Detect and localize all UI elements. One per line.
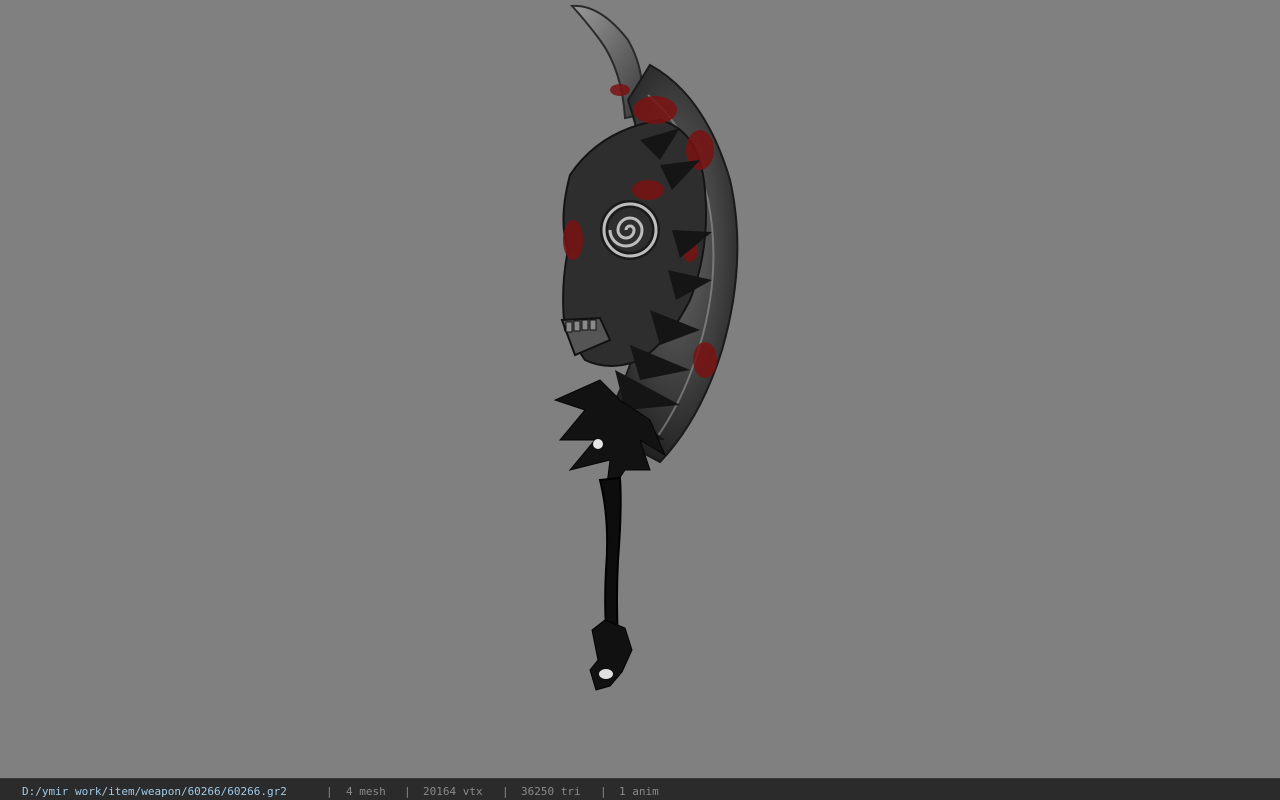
- status-file-path: D:/ymir work/item/weapon/60266/60266.gr2: [22, 785, 287, 798]
- status-bar: D:/ymir work/item/weapon/60266/60266.gr2…: [0, 778, 1280, 800]
- status-separator: |: [600, 785, 607, 798]
- 3d-viewport[interactable]: [0, 0, 1280, 778]
- status-anim-count: 1 anim: [619, 785, 659, 798]
- status-separator: |: [502, 785, 509, 798]
- collar-highlight: [593, 439, 603, 449]
- axe-pommel: [589, 619, 633, 691]
- status-separator: |: [326, 785, 333, 798]
- status-vertex-count: 20164 vtx: [423, 785, 483, 798]
- status-triangle-count: 36250 tri: [521, 785, 581, 798]
- status-separator: |: [404, 785, 411, 798]
- axe-handle: [598, 476, 622, 641]
- axe-weapon-model: [553, 4, 739, 691]
- status-mesh-count: 4 mesh: [346, 785, 386, 798]
- pommel-highlight: [599, 669, 613, 679]
